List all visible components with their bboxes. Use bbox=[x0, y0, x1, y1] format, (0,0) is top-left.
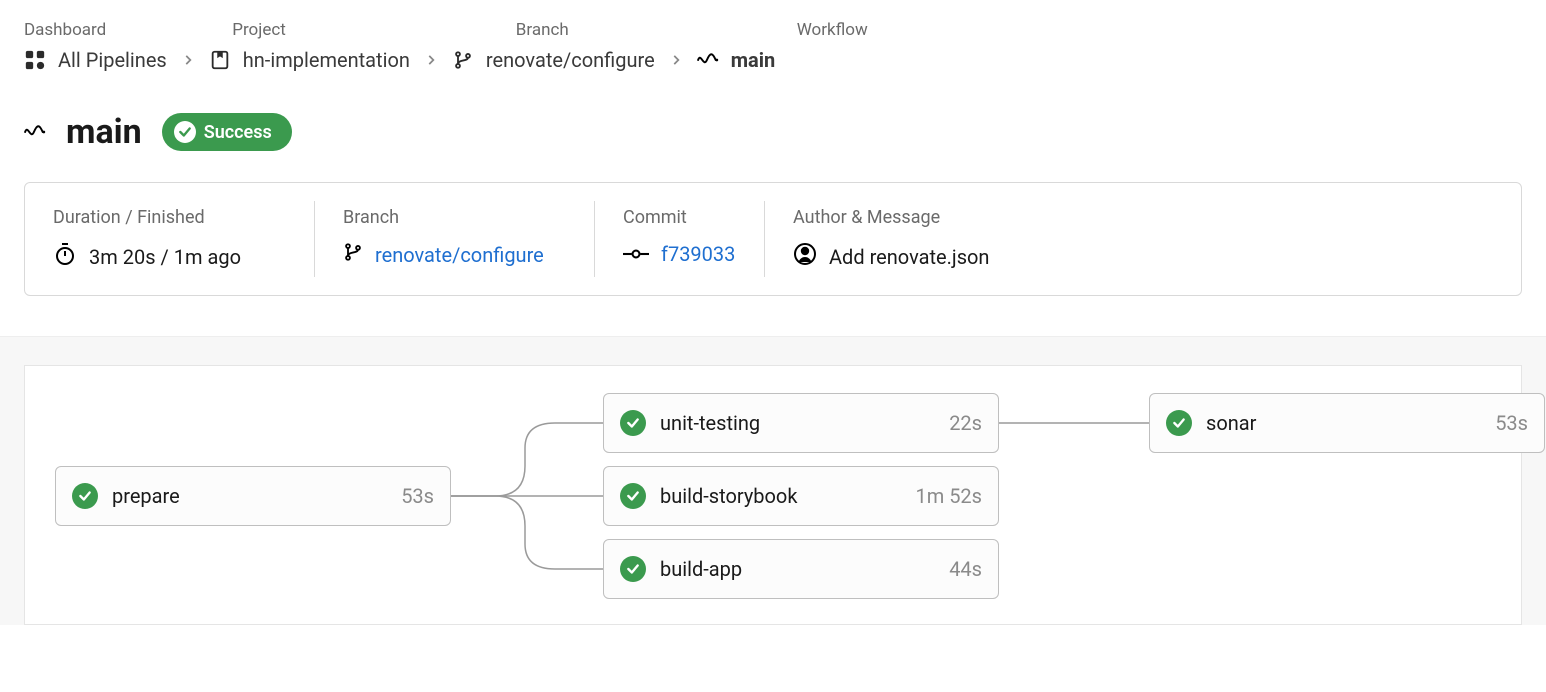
check-circle-icon bbox=[620, 410, 646, 436]
dashboard-icon bbox=[24, 49, 46, 71]
status-text: Success bbox=[204, 122, 272, 143]
job-duration: 22s bbox=[949, 411, 982, 435]
crumb-label-project: Project bbox=[232, 20, 286, 40]
info-commit: Commit f739033 bbox=[595, 201, 765, 277]
chevron-right-icon bbox=[669, 48, 683, 72]
crumb-text: hn-implementation bbox=[243, 48, 410, 72]
job-name: sonar bbox=[1206, 411, 1481, 435]
info-author: Author & Message Add renovate.json bbox=[765, 201, 1521, 277]
breadcrumb: All Pipelines hn-implementation renovate… bbox=[24, 48, 1522, 72]
chevron-right-icon bbox=[181, 48, 195, 72]
info-bar: Duration / Finished 3m 20s / 1m ago Bran… bbox=[24, 182, 1522, 296]
crumb-label-branch: Branch bbox=[516, 20, 569, 40]
branch-icon bbox=[452, 49, 474, 71]
job-name: prepare bbox=[112, 484, 387, 508]
crumb-label-workflow: Workflow bbox=[797, 20, 868, 40]
crumb-workflow[interactable]: main bbox=[697, 48, 776, 72]
crumb-project[interactable]: hn-implementation bbox=[209, 48, 410, 72]
job-duration: 53s bbox=[1495, 411, 1528, 435]
check-circle-icon bbox=[1166, 410, 1192, 436]
info-branch: Branch renovate/configure bbox=[315, 201, 595, 277]
chevron-right-icon bbox=[424, 48, 438, 72]
bookmark-icon bbox=[209, 49, 231, 71]
job-build-storybook[interactable]: build-storybook 1m 52s bbox=[603, 466, 999, 526]
commit-link[interactable]: f739033 bbox=[661, 242, 735, 266]
job-build-app[interactable]: build-app 44s bbox=[603, 539, 999, 599]
check-circle-icon bbox=[620, 556, 646, 582]
branch-link[interactable]: renovate/configure bbox=[375, 243, 544, 267]
job-duration: 44s bbox=[949, 557, 982, 581]
workflow-icon bbox=[697, 49, 719, 71]
job-unit-testing[interactable]: unit-testing 22s bbox=[603, 393, 999, 453]
info-label: Author & Message bbox=[793, 207, 1493, 228]
duration-value: 3m 20s / 1m ago bbox=[89, 245, 241, 269]
commit-icon bbox=[623, 242, 649, 266]
job-prepare[interactable]: prepare 53s bbox=[55, 466, 451, 526]
job-duration: 1m 52s bbox=[915, 484, 982, 508]
check-circle-icon bbox=[174, 121, 196, 143]
workflow-name: main bbox=[66, 112, 142, 152]
workflow-canvas: prepare 53s unit-testing 22s build-story… bbox=[24, 365, 1522, 625]
workflow-icon bbox=[24, 121, 46, 143]
job-name: unit-testing bbox=[660, 411, 935, 435]
status-badge: Success bbox=[162, 113, 292, 151]
crumb-text: main bbox=[731, 48, 776, 72]
crumb-all-pipelines[interactable]: All Pipelines bbox=[24, 48, 167, 72]
job-name: build-app bbox=[660, 557, 935, 581]
stopwatch-icon bbox=[53, 242, 77, 271]
crumb-text: All Pipelines bbox=[58, 48, 167, 72]
info-label: Duration / Finished bbox=[53, 207, 286, 228]
info-label: Branch bbox=[343, 207, 566, 228]
job-duration: 53s bbox=[401, 484, 434, 508]
info-label: Commit bbox=[623, 207, 736, 228]
check-circle-icon bbox=[620, 483, 646, 509]
job-sonar[interactable]: sonar 53s bbox=[1149, 393, 1545, 453]
commit-message: Add renovate.json bbox=[829, 245, 989, 269]
crumb-text: renovate/configure bbox=[486, 48, 655, 72]
job-name: build-storybook bbox=[660, 484, 901, 508]
breadcrumb-labels: Dashboard Project Branch Workflow bbox=[24, 20, 1522, 40]
crumb-label-dashboard: Dashboard bbox=[24, 20, 106, 40]
crumb-branch[interactable]: renovate/configure bbox=[452, 48, 655, 72]
workflow-canvas-wrap: prepare 53s unit-testing 22s build-story… bbox=[0, 336, 1546, 625]
user-icon bbox=[793, 242, 817, 271]
check-circle-icon bbox=[72, 483, 98, 509]
workflow-title-row: main Success bbox=[24, 112, 1522, 152]
branch-icon bbox=[343, 242, 363, 267]
info-duration: Duration / Finished 3m 20s / 1m ago bbox=[25, 201, 315, 277]
